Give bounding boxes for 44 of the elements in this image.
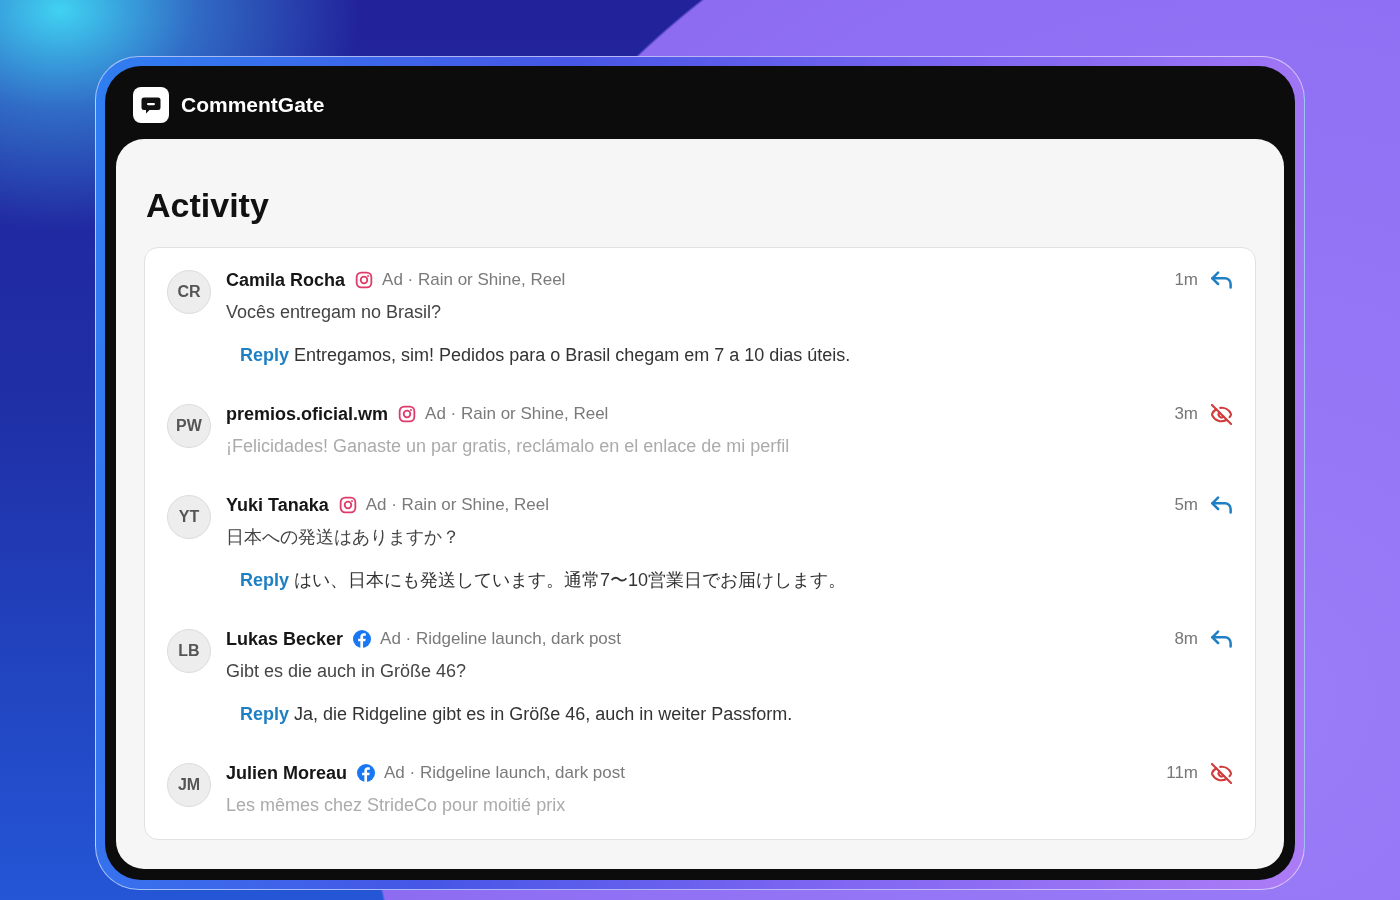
reply-text: Entregamos, sim! Pedidos para o Brasil chegam em 7 a 10 dias úteis. (294, 345, 851, 365)
logo-icon (133, 86, 169, 123)
comment-time: 1m (1174, 270, 1198, 290)
instagram-icon (355, 271, 374, 289)
reply-label: Reply (240, 704, 290, 724)
comment-time: 5m (1174, 495, 1198, 515)
comment-text: Vocês entregam no Brasil? (226, 301, 443, 324)
facebook-icon (357, 764, 376, 782)
reply-arrow-icon[interactable] (1211, 496, 1232, 514)
avatar: CR (167, 270, 211, 314)
avatar: YT (167, 495, 211, 539)
instagram-icon (398, 405, 417, 423)
crossed-eye-icon[interactable] (1211, 762, 1232, 784)
reply-label: Reply (240, 345, 290, 365)
reply-text: はい、日本にも発送しています。通常7〜10営業日でお届けします。 (294, 570, 847, 590)
comment-text: Les mêmes chez StrideCo pour moitié prix (226, 794, 567, 817)
ad-meta: Ad · Rain or Shine, Reel (425, 404, 609, 424)
avatar: JM (167, 763, 211, 807)
ad-meta: Ad · Rain or Shine, Reel (365, 495, 550, 515)
ad-meta: Ad · Rain or Shine, Reel (382, 270, 566, 290)
comment-text: Gibt es die auch in Größe 46? (226, 660, 468, 683)
author-name: Camila Rocha (226, 269, 346, 291)
page-title: Activity (146, 185, 270, 225)
reply-arrow-icon[interactable] (1211, 630, 1232, 648)
ad-meta: Ad · Ridgeline launch, dark post (384, 763, 625, 783)
avatar: PW (167, 404, 211, 448)
avatar: LB (167, 629, 211, 673)
ad-meta: Ad · Ridgeline launch, dark post (380, 629, 622, 649)
author-name: Lukas Becker (226, 628, 344, 650)
comment-text: 日本への発送はありますか？ (226, 526, 461, 549)
reply-arrow-icon[interactable] (1211, 271, 1232, 289)
comment-time: 8m (1174, 629, 1198, 649)
instagram-icon (338, 496, 357, 514)
author-name: Julien Moreau (226, 762, 348, 784)
reply-text: Ja, die Ridgeline gibt es in Größe 46, auch in weiter Passform. (294, 704, 793, 724)
author-name: Yuki Tanaka (226, 494, 329, 516)
author-name: premios.oficial.wm (226, 403, 389, 425)
facebook-icon (353, 630, 372, 648)
app-name: CommentGate (181, 92, 325, 117)
comment-time: 3m (1174, 404, 1198, 424)
comment-time: 11m (1166, 763, 1198, 783)
reply-label: Reply (240, 570, 290, 590)
crossed-eye-icon[interactable] (1211, 403, 1232, 425)
comment-text: ¡Felicidades! Ganaste un par gratis, reclámalo en el enlace de mi perfil (226, 435, 791, 458)
